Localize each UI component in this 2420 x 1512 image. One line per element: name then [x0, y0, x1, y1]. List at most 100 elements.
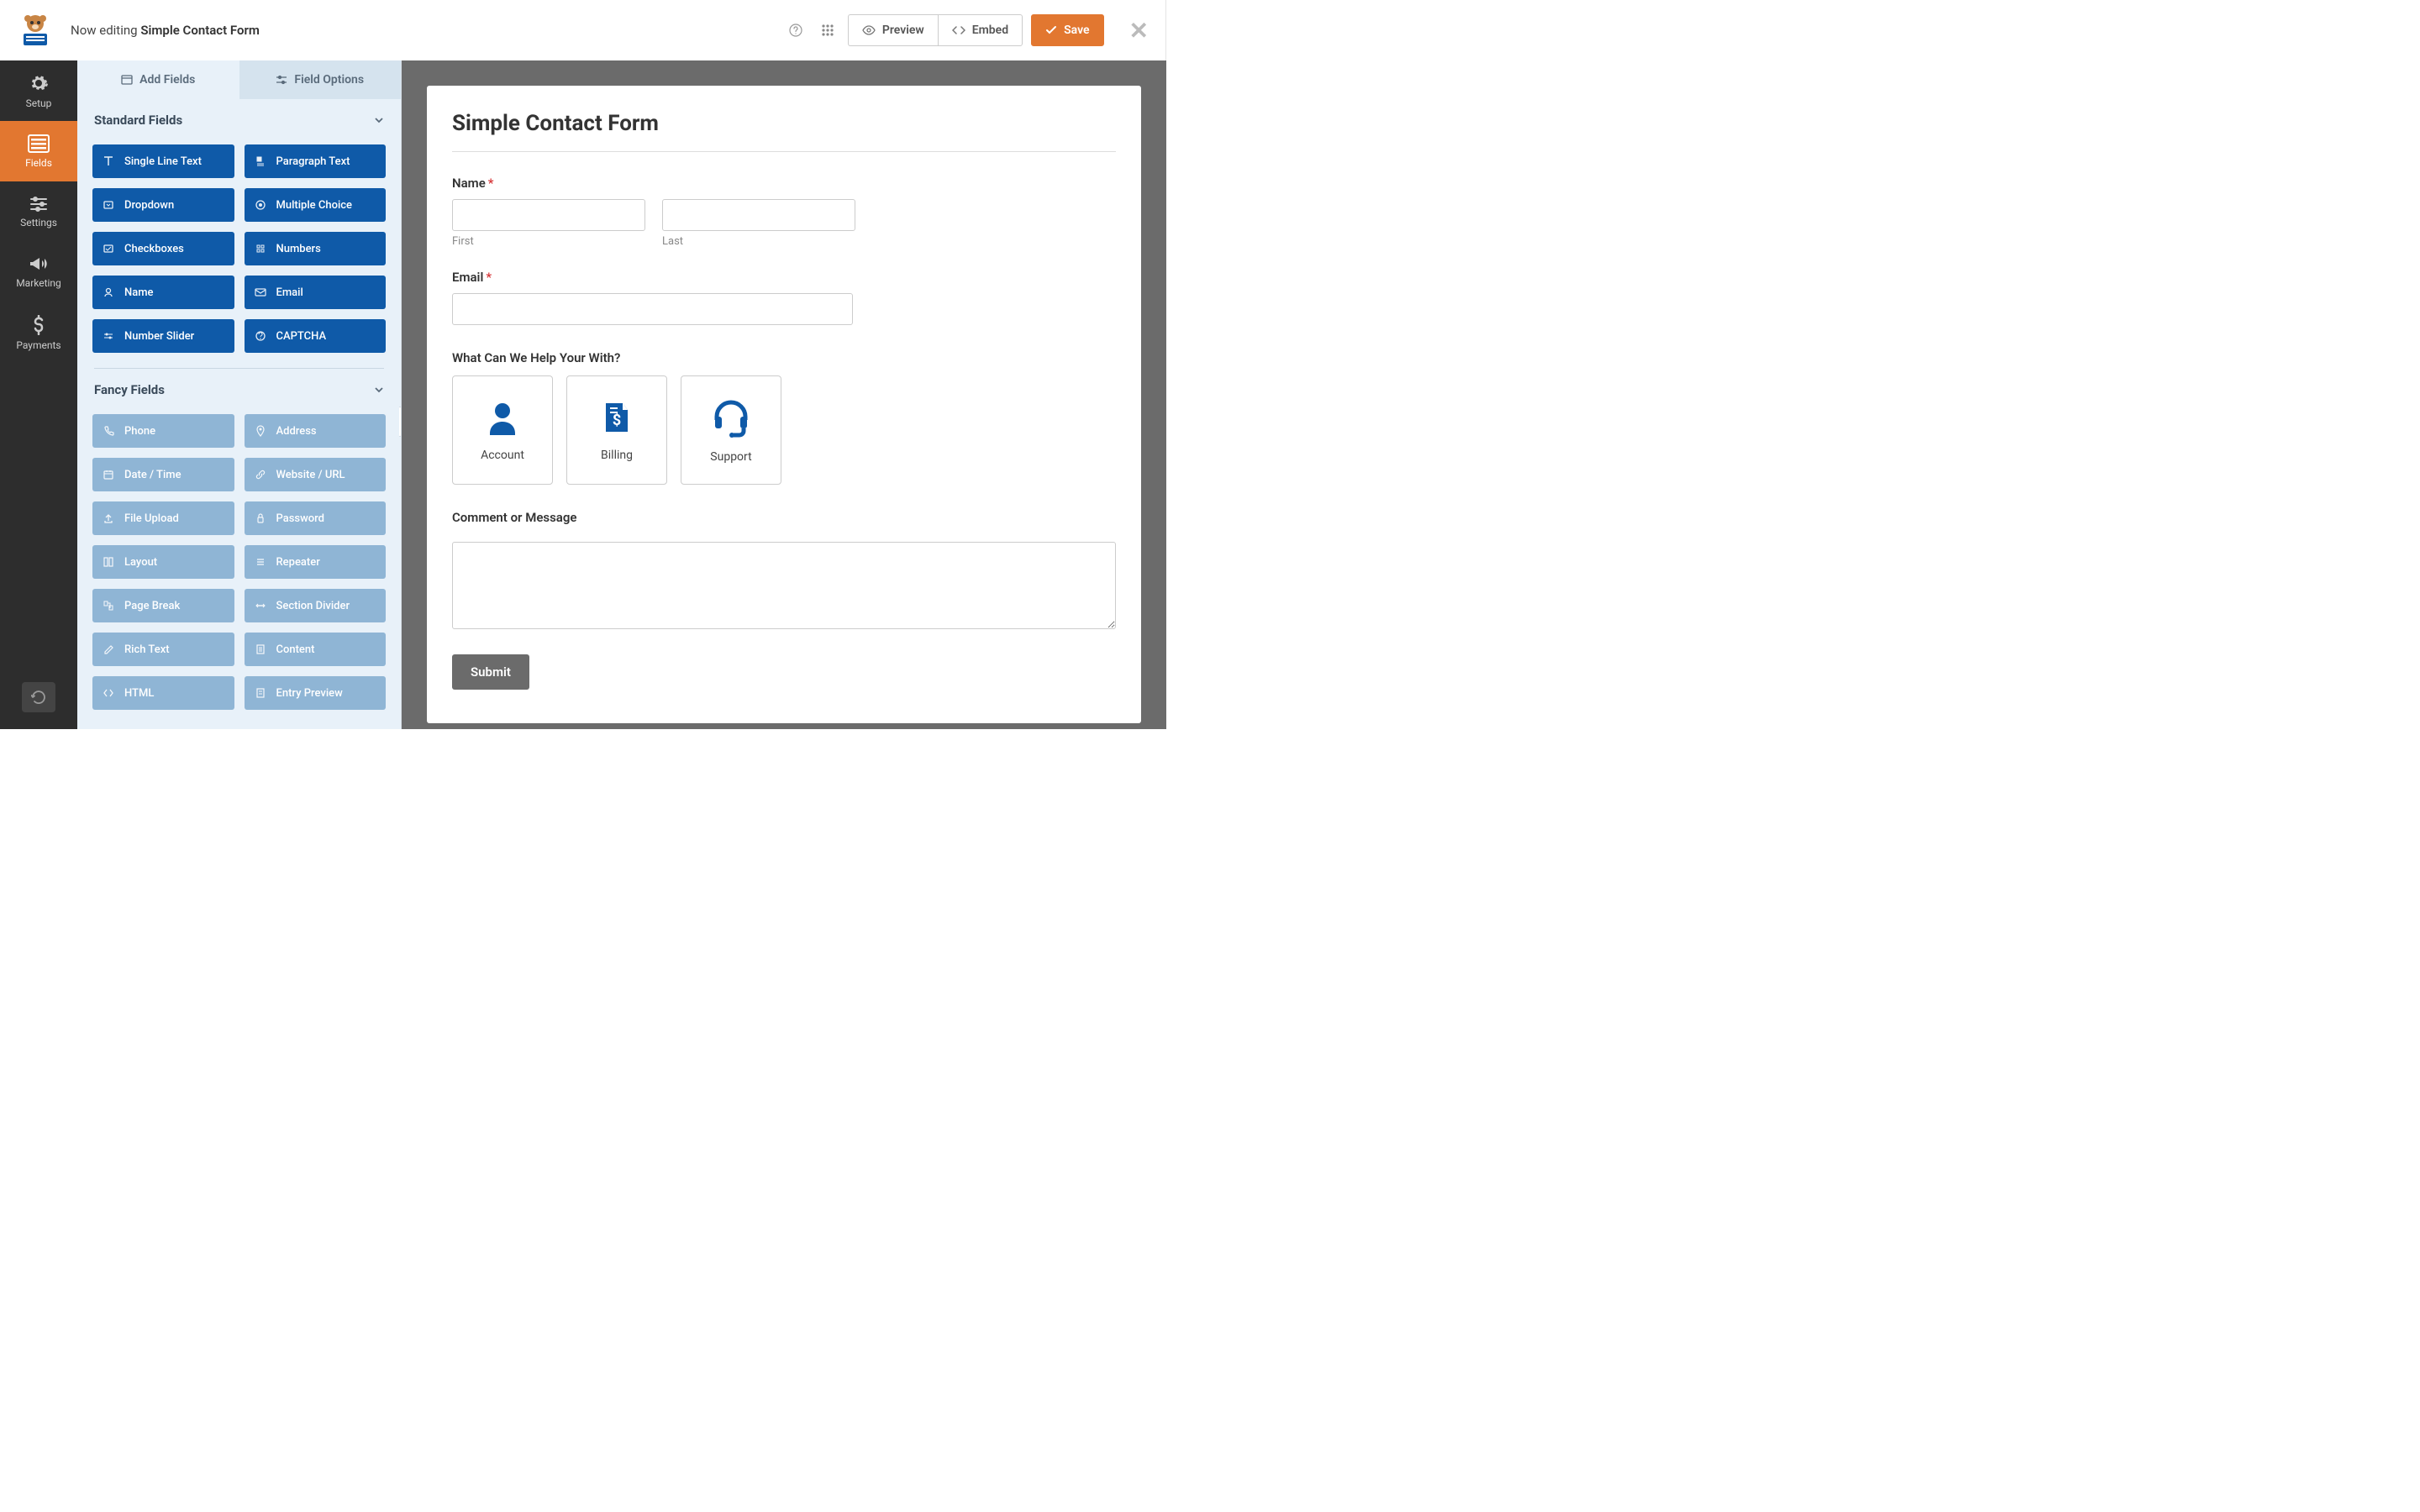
tab-field-options[interactable]: Field Options — [239, 60, 402, 99]
now-editing-text: Now editing Simple Contact Form — [71, 23, 260, 38]
field-entry-preview[interactable]: Entry Preview — [245, 676, 387, 710]
help-icon[interactable] — [784, 18, 808, 42]
field-icon — [255, 286, 268, 298]
field-label: Single Line Text — [124, 155, 202, 168]
field-multiple-choice[interactable]: Multiple Choice — [245, 188, 387, 222]
field-icon — [103, 687, 116, 699]
code-icon — [952, 25, 965, 35]
top-bar: Now editing Simple Contact Form Preview … — [0, 0, 1166, 60]
field-single-line-text[interactable]: Single Line Text — [92, 144, 234, 178]
email-input[interactable] — [452, 293, 853, 325]
embed-button[interactable]: Embed — [938, 14, 1023, 46]
form-preview: Simple Contact Form Name* First Last Ema… — [427, 86, 1141, 723]
first-name-input[interactable] — [452, 199, 645, 231]
field-label: Content — [276, 643, 315, 656]
account-icon — [483, 398, 522, 437]
field-captcha[interactable]: CAPTCHA — [245, 319, 387, 353]
field-label: Numbers — [276, 243, 321, 255]
field-icon — [255, 600, 268, 612]
field-label: Entry Preview — [276, 687, 343, 700]
preview-button[interactable]: Preview — [848, 14, 938, 46]
field-website-url[interactable]: Website / URL — [245, 458, 387, 491]
gear-icon — [29, 73, 49, 93]
nav-fields[interactable]: Fields — [0, 121, 77, 181]
last-name-input[interactable] — [662, 199, 855, 231]
field-icon — [103, 425, 116, 437]
help-option-billing[interactable]: $ Billing — [566, 375, 667, 485]
field-label: File Upload — [124, 512, 179, 525]
field-layout[interactable]: Layout — [92, 545, 234, 579]
save-button[interactable]: Save — [1031, 14, 1103, 46]
comment-field-label: Comment or Message — [452, 510, 1116, 525]
email-field-label: Email* — [452, 270, 1116, 285]
nav-payments[interactable]: Payments — [0, 302, 77, 363]
standard-fields-header[interactable]: Standard Fields — [77, 99, 401, 136]
form-title: Simple Contact Form — [452, 111, 1116, 152]
field-password[interactable]: Password — [245, 501, 387, 535]
chevron-down-icon — [374, 117, 384, 123]
field-icon — [103, 155, 116, 167]
field-label: Section Divider — [276, 600, 350, 612]
sliders-icon — [29, 196, 48, 213]
close-icon[interactable]: ✕ — [1129, 17, 1149, 45]
fancy-fields-header[interactable]: Fancy Fields — [77, 369, 401, 406]
sliders-icon — [276, 75, 287, 85]
field-html[interactable]: HTML — [92, 676, 234, 710]
field-label: Name — [124, 286, 154, 299]
apps-grid-icon[interactable] — [816, 18, 839, 42]
nav-setup[interactable]: Setup — [0, 60, 77, 121]
field-label: Layout — [124, 556, 157, 569]
field-label: Repeater — [276, 556, 320, 569]
field-icon — [103, 600, 116, 612]
preview-label: Preview — [882, 24, 924, 37]
field-icon — [103, 243, 116, 255]
field-icon — [255, 425, 268, 437]
field-name[interactable]: Name — [92, 276, 234, 309]
help-option-label: Billing — [601, 449, 633, 462]
field-icon — [255, 330, 268, 342]
field-section-divider[interactable]: Section Divider — [245, 589, 387, 622]
field-email[interactable]: Email — [245, 276, 387, 309]
name-field-label: Name* — [452, 176, 1116, 191]
bullhorn-icon — [29, 256, 49, 273]
field-file-upload[interactable]: File Upload — [92, 501, 234, 535]
field-page-break[interactable]: Page Break — [92, 589, 234, 622]
history-button[interactable] — [22, 682, 55, 712]
field-content[interactable]: Content — [245, 633, 387, 666]
collapse-sidebar-handle[interactable] — [399, 407, 402, 437]
field-numbers[interactable]: Numbers — [245, 232, 387, 265]
field-icon — [103, 330, 116, 342]
field-icon — [255, 512, 268, 524]
field-label: Website / URL — [276, 469, 345, 481]
field-label: CAPTCHA — [276, 330, 327, 343]
field-label: Password — [276, 512, 324, 525]
nav-marketing[interactable]: Marketing — [0, 242, 77, 302]
help-option-account[interactable]: Account — [452, 375, 553, 485]
field-checkboxes[interactable]: Checkboxes — [92, 232, 234, 265]
field-address[interactable]: Address — [245, 414, 387, 448]
help-option-support[interactable]: Support — [681, 375, 781, 485]
field-icon — [255, 469, 268, 480]
field-paragraph-text[interactable]: Paragraph Text — [245, 144, 387, 178]
field-icon — [103, 469, 116, 480]
field-date-time[interactable]: Date / Time — [92, 458, 234, 491]
tab-add-fields[interactable]: Add Fields — [77, 60, 239, 99]
field-icon — [255, 155, 268, 167]
field-dropdown[interactable]: Dropdown — [92, 188, 234, 222]
field-number-slider[interactable]: Number Slider — [92, 319, 234, 353]
left-nav: Setup Fields Settings Marketing Payments — [0, 60, 77, 729]
nav-settings[interactable]: Settings — [0, 181, 77, 242]
field-icon — [255, 199, 268, 211]
field-icon — [255, 243, 268, 255]
submit-button[interactable]: Submit — [452, 654, 529, 690]
field-icon — [103, 643, 116, 655]
comment-textarea[interactable] — [452, 542, 1116, 629]
field-repeater[interactable]: Repeater — [245, 545, 387, 579]
field-rich-text[interactable]: Rich Text — [92, 633, 234, 666]
field-label: Email — [276, 286, 303, 299]
field-phone[interactable]: Phone — [92, 414, 234, 448]
field-label: Paragraph Text — [276, 155, 350, 168]
field-label: Address — [276, 425, 317, 438]
svg-text:$: $ — [613, 412, 621, 429]
billing-icon: $ — [597, 398, 636, 437]
